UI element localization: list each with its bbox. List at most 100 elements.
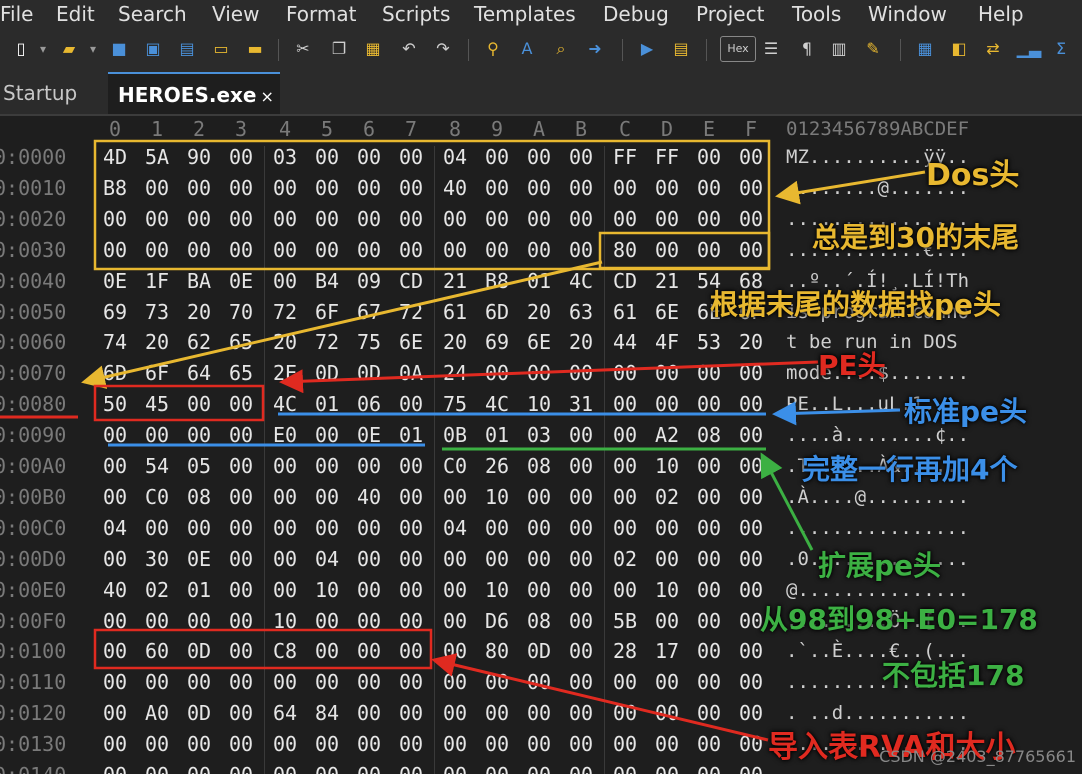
hex-byte[interactable]: 00 <box>440 606 470 637</box>
hex-byte[interactable]: 10 <box>270 606 300 637</box>
goto-icon[interactable]: ➜ <box>582 36 608 62</box>
hex-byte[interactable]: 40 <box>100 575 130 606</box>
hex-byte[interactable]: 04 <box>440 142 470 173</box>
hex-byte[interactable]: 5B <box>610 606 640 637</box>
hex-byte[interactable]: FF <box>652 142 682 173</box>
hex-byte[interactable]: 00 <box>694 606 724 637</box>
hex-byte[interactable]: 1F <box>142 266 172 297</box>
hex-byte[interactable]: 00 <box>354 636 384 667</box>
hex-byte[interactable]: 08 <box>524 451 554 482</box>
hex-byte[interactable]: 00 <box>566 451 596 482</box>
hex-byte[interactable]: 00 <box>226 760 256 774</box>
hex-byte[interactable]: 09 <box>354 266 384 297</box>
histogram-icon[interactable]: ▁▃ <box>1016 36 1042 62</box>
hex-byte[interactable]: 00 <box>610 760 640 774</box>
hex-byte[interactable]: 65 <box>226 358 256 389</box>
hex-byte[interactable]: 00 <box>524 760 554 774</box>
hex-byte[interactable]: 00 <box>354 204 384 235</box>
hex-byte[interactable]: 40 <box>440 173 470 204</box>
hex-byte[interactable]: 00 <box>694 760 724 774</box>
hex-byte[interactable]: 00 <box>100 544 130 575</box>
hex-byte[interactable]: 00 <box>100 760 130 774</box>
hex-byte[interactable]: 4C <box>482 389 512 420</box>
hex-byte[interactable]: 00 <box>566 698 596 729</box>
hex-byte[interactable]: 00 <box>694 513 724 544</box>
hex-byte[interactable]: 00 <box>736 636 766 667</box>
hex-byte[interactable]: 00 <box>566 420 596 451</box>
hex-byte[interactable]: 00 <box>226 606 256 637</box>
hex-byte[interactable]: 00 <box>312 729 342 760</box>
hex-byte[interactable]: 6E <box>524 327 554 358</box>
hex-byte[interactable]: 00 <box>270 482 300 513</box>
hex-byte[interactable]: 00 <box>270 266 300 297</box>
hex-byte[interactable]: A0 <box>142 698 172 729</box>
hex-byte[interactable]: 00 <box>226 544 256 575</box>
hex-byte[interactable]: 00 <box>694 235 724 266</box>
hex-byte[interactable]: 00 <box>226 420 256 451</box>
undo-icon[interactable]: ↶ <box>396 36 422 62</box>
hex-byte[interactable]: 00 <box>566 606 596 637</box>
hex-byte[interactable]: 0E <box>226 266 256 297</box>
hex-byte[interactable]: 00 <box>694 544 724 575</box>
hex-byte[interactable]: 00 <box>184 667 214 698</box>
hex-byte[interactable]: 00 <box>652 667 682 698</box>
hex-byte[interactable]: 00 <box>694 636 724 667</box>
hex-byte[interactable]: 00 <box>184 513 214 544</box>
hex-byte[interactable]: 00 <box>566 544 596 575</box>
hex-byte[interactable]: 00 <box>100 235 130 266</box>
hex-byte[interactable]: 00 <box>226 204 256 235</box>
hex-byte[interactable]: 6F <box>312 297 342 328</box>
hex-byte[interactable]: 31 <box>566 389 596 420</box>
hex-byte[interactable]: 00 <box>396 575 426 606</box>
hex-byte[interactable]: 00 <box>226 482 256 513</box>
hex-byte[interactable]: 00 <box>142 513 172 544</box>
hex-byte[interactable]: 00 <box>354 142 384 173</box>
hex-byte[interactable]: 00 <box>312 482 342 513</box>
hex-byte[interactable]: 00 <box>610 173 640 204</box>
hex-byte[interactable]: 08 <box>694 420 724 451</box>
hex-byte[interactable]: 6D <box>100 358 130 389</box>
hex-byte[interactable]: 0D <box>354 358 384 389</box>
hex-byte[interactable]: 00 <box>270 451 300 482</box>
hex-byte[interactable]: 00 <box>354 575 384 606</box>
hex-byte[interactable]: 00 <box>736 544 766 575</box>
hex-byte[interactable]: 21 <box>440 266 470 297</box>
hex-byte[interactable]: 08 <box>184 482 214 513</box>
hex-byte[interactable]: 10 <box>482 575 512 606</box>
hex-byte[interactable]: 04 <box>100 513 130 544</box>
hex-byte[interactable]: 00 <box>610 204 640 235</box>
hex-byte[interactable]: 00 <box>142 235 172 266</box>
hex-byte[interactable]: 00 <box>566 760 596 774</box>
hex-byte[interactable]: 00 <box>396 729 426 760</box>
hex-byte[interactable]: 00 <box>694 729 724 760</box>
hex-byte[interactable]: 00 <box>184 606 214 637</box>
hex-byte[interactable]: 00 <box>736 698 766 729</box>
hex-byte[interactable]: 02 <box>610 544 640 575</box>
hex-byte[interactable]: C0 <box>440 451 470 482</box>
hex-byte[interactable]: 00 <box>226 636 256 667</box>
hex-byte[interactable]: 63 <box>566 297 596 328</box>
hex-byte[interactable]: 00 <box>226 235 256 266</box>
hex-byte[interactable]: 00 <box>396 451 426 482</box>
hex-byte[interactable]: 74 <box>100 327 130 358</box>
hex-byte[interactable]: 00 <box>396 389 426 420</box>
hex-byte[interactable]: 24 <box>440 358 470 389</box>
hex-byte[interactable]: 04 <box>312 544 342 575</box>
paste-icon[interactable]: ▦ <box>360 36 386 62</box>
hex-byte[interactable]: E0 <box>270 420 300 451</box>
hex-byte[interactable]: 00 <box>610 389 640 420</box>
hex-byte[interactable]: 00 <box>354 606 384 637</box>
hex-byte[interactable]: 00 <box>354 698 384 729</box>
hex-byte[interactable]: 2E <box>270 358 300 389</box>
hex-byte[interactable]: 75 <box>354 327 384 358</box>
hex-byte[interactable]: 6D <box>482 297 512 328</box>
hex-byte[interactable]: 00 <box>610 667 640 698</box>
hex-byte[interactable]: 03 <box>524 420 554 451</box>
hex-byte[interactable]: 00 <box>482 204 512 235</box>
hex-byte[interactable]: 61 <box>440 297 470 328</box>
hex-byte[interactable]: 00 <box>566 235 596 266</box>
hex-byte[interactable]: 00 <box>440 235 470 266</box>
hex-byte[interactable]: 00 <box>312 173 342 204</box>
hex-byte[interactable]: 00 <box>440 575 470 606</box>
hex-byte[interactable]: 0D <box>312 358 342 389</box>
